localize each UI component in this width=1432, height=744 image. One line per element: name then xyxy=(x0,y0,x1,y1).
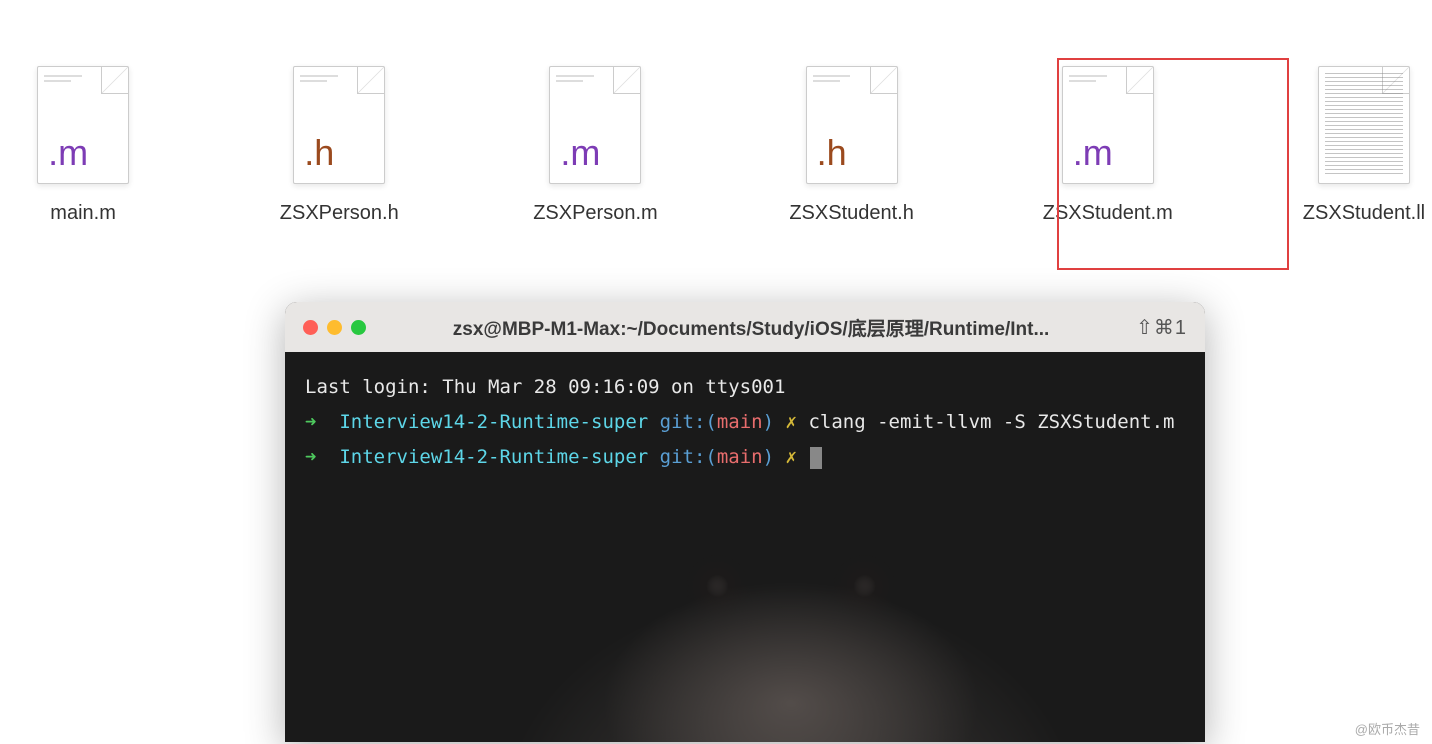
close-button[interactable] xyxy=(303,320,318,335)
file-label: main.m xyxy=(50,202,116,225)
cursor-icon xyxy=(810,447,822,469)
file-label: ZSXStudent.ll xyxy=(1303,202,1425,225)
file-item-zsxperson-h[interactable]: .h ZSXPerson.h xyxy=(271,60,407,225)
file-icon: .h xyxy=(289,60,389,190)
file-item-main-m[interactable]: .m main.m xyxy=(15,60,151,225)
file-item-zsxperson-m[interactable]: .m ZSXPerson.m xyxy=(527,60,663,225)
finder-files-area: .m main.m .h ZSXPerson.h .m ZSXPerson.m … xyxy=(0,0,1432,245)
file-extension-badge: .h xyxy=(304,135,334,171)
file-label: ZSXPerson.m xyxy=(533,202,657,225)
file-extension-badge: .h xyxy=(817,135,847,171)
minimize-button[interactable] xyxy=(327,320,342,335)
file-icon: .h xyxy=(802,60,902,190)
file-item-zsxstudent-h[interactable]: .h ZSXStudent.h xyxy=(784,60,920,225)
terminal-shortcut-indicator: ⇧⌘1 xyxy=(1136,315,1187,340)
file-extension-badge: .m xyxy=(48,135,88,171)
file-item-zsxstudent-ll[interactable]: ZSXStudent.ll xyxy=(1296,60,1432,225)
terminal-title: zsx@MBP-M1-Max:~/Documents/Study/iOS/底层原… xyxy=(378,314,1124,341)
terminal-line-last-login: Last login: Thu Mar 28 09:16:09 on ttys0… xyxy=(305,370,1185,405)
file-icon: .m xyxy=(33,60,133,190)
maximize-button[interactable] xyxy=(351,320,366,335)
watermark: @欧币杰昔 xyxy=(1355,719,1420,738)
window-controls xyxy=(303,320,366,335)
file-label: ZSXPerson.h xyxy=(280,202,399,225)
file-item-zsxstudent-m[interactable]: .m ZSXStudent.m xyxy=(1040,60,1176,225)
file-extension-badge: .m xyxy=(560,135,600,171)
file-extension-badge: .m xyxy=(1073,135,1113,171)
file-label: ZSXStudent.h xyxy=(789,202,914,225)
file-label: ZSXStudent.m xyxy=(1043,202,1173,225)
file-icon: .m xyxy=(1058,60,1158,190)
terminal-titlebar[interactable]: zsx@MBP-M1-Max:~/Documents/Study/iOS/底层原… xyxy=(285,302,1205,352)
terminal-window: zsx@MBP-M1-Max:~/Documents/Study/iOS/底层原… xyxy=(285,302,1205,742)
terminal-body[interactable]: Last login: Thu Mar 28 09:16:09 on ttys0… xyxy=(285,352,1205,742)
terminal-line-command: ➜ Interview14-2-Runtime-super git:(main)… xyxy=(305,405,1185,440)
file-icon xyxy=(1314,60,1414,190)
terminal-line-prompt: ➜ Interview14-2-Runtime-super git:(main)… xyxy=(305,440,1185,475)
file-icon: .m xyxy=(545,60,645,190)
